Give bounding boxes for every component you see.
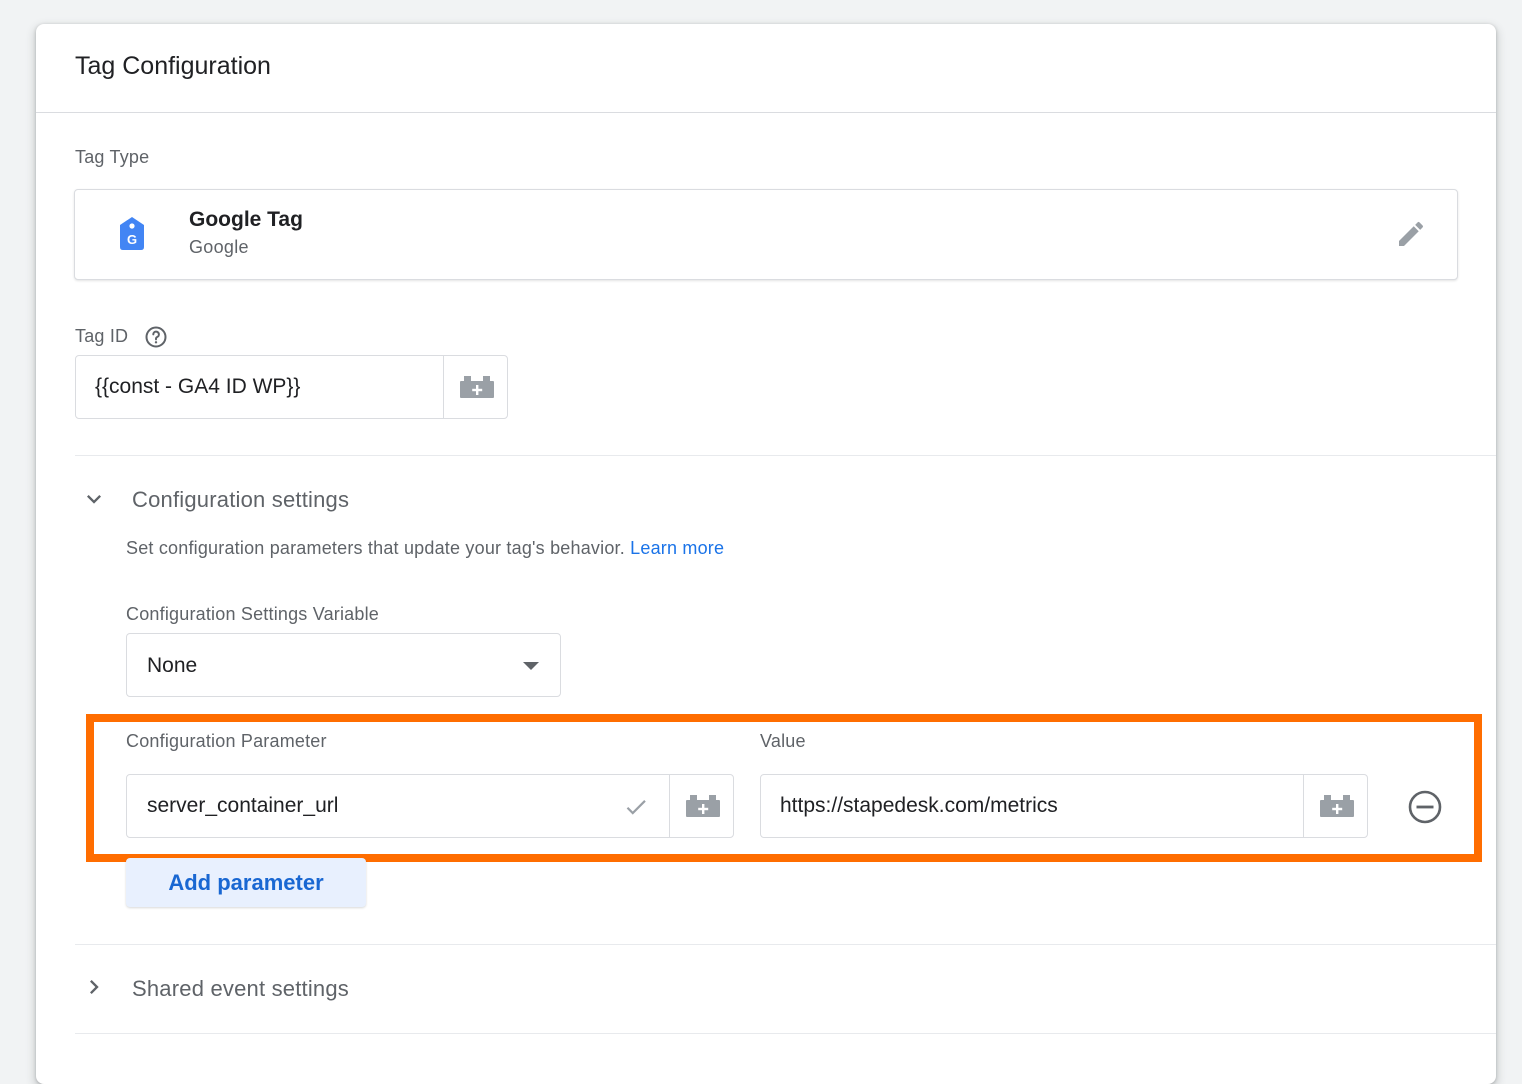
chevron-down-icon[interactable] bbox=[80, 485, 108, 513]
tag-type-vendor: Google bbox=[189, 237, 249, 257]
section-divider bbox=[75, 455, 1496, 456]
google-tag-icon: G bbox=[120, 217, 144, 250]
tag-type-selector[interactable]: G Google Tag Google bbox=[74, 189, 1458, 280]
header-divider bbox=[36, 112, 1496, 113]
value-input[interactable]: https://stapedesk.com/metrics bbox=[780, 794, 1058, 818]
remove-circle-icon[interactable] bbox=[1407, 789, 1443, 825]
shared-event-settings-title[interactable]: Shared event settings bbox=[132, 976, 349, 1002]
value-field: https://stapedesk.com/metrics bbox=[760, 774, 1368, 838]
variable-picker-icon bbox=[685, 795, 720, 817]
config-variable-select[interactable]: None bbox=[126, 633, 561, 697]
tag-type-name: Google Tag bbox=[189, 208, 303, 231]
tag-type-label: Tag Type bbox=[75, 147, 150, 167]
tag-id-variable-button[interactable] bbox=[443, 356, 509, 418]
variable-picker-icon bbox=[459, 376, 494, 398]
config-parameter-input[interactable]: server_container_url bbox=[147, 794, 338, 818]
variable-picker-icon bbox=[1319, 795, 1354, 817]
value-variable-button[interactable] bbox=[1303, 775, 1369, 837]
value-header: Value bbox=[760, 731, 806, 751]
pencil-icon[interactable] bbox=[1395, 218, 1427, 250]
config-parameter-variable-button[interactable] bbox=[669, 775, 735, 837]
check-icon bbox=[626, 800, 646, 815]
tag-configuration-card: Tag Configuration Tag Type G Google Tag … bbox=[36, 24, 1496, 1084]
tag-id-field: {{const - GA4 ID WP}} bbox=[75, 355, 508, 419]
config-settings-description: Set configuration parameters that update… bbox=[126, 538, 724, 559]
dropdown-arrow-icon bbox=[523, 662, 539, 670]
section-divider bbox=[75, 1033, 1496, 1034]
help-circle-icon[interactable] bbox=[144, 325, 168, 349]
section-divider bbox=[75, 944, 1496, 945]
config-variable-label: Configuration Settings Variable bbox=[126, 604, 380, 624]
svg-text:G: G bbox=[127, 232, 137, 247]
learn-more-link[interactable]: Learn more bbox=[630, 538, 724, 558]
tag-id-label: Tag ID bbox=[75, 326, 129, 346]
config-settings-title[interactable]: Configuration settings bbox=[132, 487, 349, 513]
config-description-text: Set configuration parameters that update… bbox=[126, 538, 625, 558]
config-parameter-header: Configuration Parameter bbox=[126, 731, 327, 751]
add-parameter-button[interactable]: Add parameter bbox=[126, 858, 366, 907]
config-variable-value: None bbox=[147, 654, 198, 677]
card-title: Tag Configuration bbox=[75, 52, 271, 80]
tag-id-input[interactable]: {{const - GA4 ID WP}} bbox=[95, 375, 300, 399]
chevron-right-icon[interactable] bbox=[80, 973, 108, 1001]
config-parameter-field: server_container_url bbox=[126, 774, 734, 838]
